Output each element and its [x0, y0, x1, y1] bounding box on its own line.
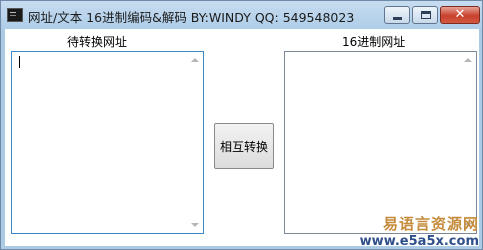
window-title: 网址/文本 16进制编码&解码 BY:WINDY QQ: 549548023 [28, 10, 355, 25]
scroll-down-icon[interactable] [191, 223, 199, 227]
convert-button[interactable]: 相互转换 [214, 123, 274, 169]
app-window: 网址/文本 16进制编码&解码 BY:WINDY QQ: 549548023 ✕… [0, 0, 483, 250]
watermark-url: www.e5a5x.com [359, 234, 479, 249]
scroll-up-icon[interactable] [191, 58, 199, 62]
watermark-site-name: 易语言资源网 [382, 215, 479, 233]
source-url-textarea[interactable] [11, 51, 204, 234]
hex-url-label: 16进制网址 [342, 35, 406, 49]
scroll-up-icon[interactable] [464, 58, 472, 62]
watermark: 易语言资源网 www.e5a5x.com [359, 215, 479, 249]
maximize-icon [421, 11, 431, 19]
title-bar[interactable]: 网址/文本 16进制编码&解码 BY:WINDY QQ: 549548023 ✕ [1, 1, 482, 29]
client-area: 待转换网址 16进制网址 相互转换 [5, 29, 479, 246]
source-url-scrollbar[interactable] [187, 52, 203, 233]
text-caret [19, 56, 20, 68]
app-icon [7, 8, 23, 22]
close-button[interactable]: ✕ [440, 6, 480, 24]
maximize-button[interactable] [412, 6, 438, 24]
hex-url-scrollbar[interactable] [460, 52, 476, 233]
source-url-label: 待转换网址 [67, 35, 128, 49]
minimize-icon [393, 17, 402, 20]
minimize-button[interactable] [384, 6, 410, 24]
close-icon: ✕ [454, 7, 466, 22]
hex-url-textarea[interactable] [284, 51, 477, 234]
